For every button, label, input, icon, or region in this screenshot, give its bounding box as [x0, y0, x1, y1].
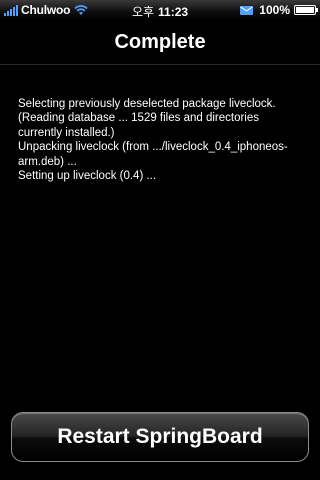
signal-icon	[4, 4, 18, 16]
screen: Chulwoo 오후 11:23 100% Complete Selecting…	[0, 0, 320, 480]
restart-springboard-button[interactable]: Restart SpringBoard	[11, 412, 309, 462]
log-line: arm.deb) ...	[18, 155, 77, 168]
battery-level	[296, 7, 314, 13]
log-line: Selecting previously deselected package …	[18, 98, 276, 110]
status-time: 11:23	[158, 5, 189, 19]
title-bar: Complete	[0, 20, 320, 65]
battery-percent: 100%	[259, 3, 290, 17]
carrier-name: Chulwoo	[21, 3, 71, 17]
log-line: (Reading database ... 1529 files and dir…	[18, 112, 260, 125]
install-log: Selecting previously deselected package …	[18, 97, 310, 183]
mail-icon	[240, 5, 254, 15]
log-line: Unpacking liveclock (from .../liveclock_…	[18, 141, 288, 154]
page-title: Complete	[114, 30, 206, 53]
status-right: 100%	[240, 3, 318, 17]
battery-icon	[294, 5, 318, 15]
wifi-icon	[74, 4, 88, 16]
status-bar: Chulwoo 오후 11:23 100%	[0, 0, 320, 20]
status-ampm: 오후	[131, 5, 155, 19]
log-line: currently installed.)	[18, 126, 115, 139]
log-line: Setting up liveclock (0.4) ...	[18, 170, 157, 183]
